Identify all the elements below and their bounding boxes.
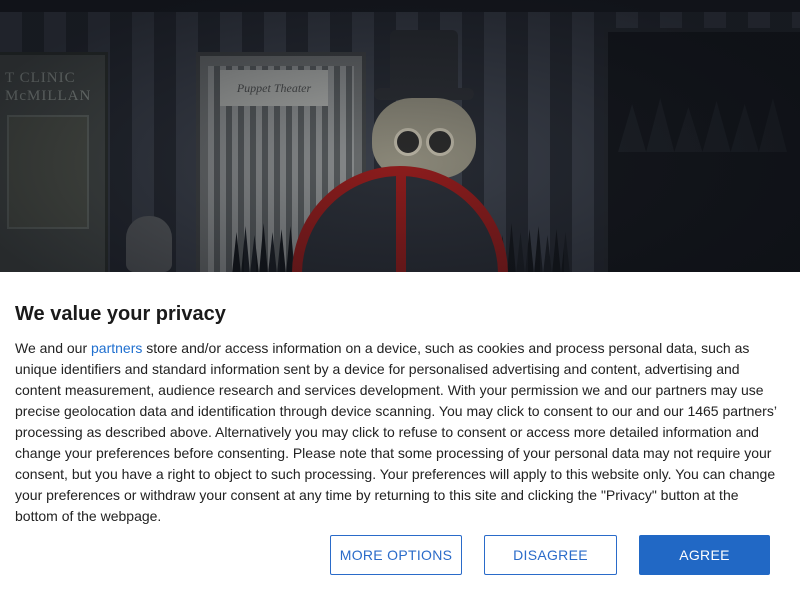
agree-button[interactable]: AGREE — [639, 535, 770, 575]
consent-description: We and our partners store and/or access … — [15, 338, 785, 527]
privacy-consent-dialog: We value your privacy We and our partner… — [0, 272, 800, 600]
puppet-right-eye — [426, 128, 454, 156]
boy-figure — [126, 216, 172, 272]
clinic-poster: T CLINIC McMILLAN — [0, 52, 108, 272]
puppet-head — [372, 98, 476, 178]
pine-trees-right — [480, 223, 570, 272]
more-options-button[interactable]: MORE OPTIONS — [330, 535, 462, 575]
pine-trees-left — [232, 223, 322, 272]
partners-link[interactable]: partners — [91, 340, 142, 356]
consent-text-start: We and our — [15, 340, 92, 356]
clinic-poster-illustration — [7, 115, 89, 229]
puppet-hat-brim — [374, 88, 474, 100]
consent-title: We value your privacy — [15, 303, 226, 325]
red-circle-emblem — [292, 166, 508, 272]
forest-painting-frame — [604, 28, 800, 272]
disagree-button[interactable]: DISAGREE — [484, 535, 617, 575]
background-scene: T CLINIC McMILLAN Puppet Theater — [0, 0, 800, 272]
consent-text-rest: store and/or access information on a dev… — [15, 340, 777, 524]
puppet-top-hat — [390, 30, 458, 92]
consent-buttons: MORE OPTIONS DISAGREE AGREE — [0, 535, 800, 575]
puppet-theater-label: Puppet Theater — [220, 70, 328, 106]
forest-painting — [618, 98, 787, 152]
poster-curtain-pattern — [208, 66, 354, 272]
clinic-poster-text: T CLINIC McMILLAN — [5, 70, 92, 104]
top-bar — [0, 0, 800, 12]
puppet-theater-poster: Puppet Theater — [196, 52, 366, 272]
puppet-left-eye — [394, 128, 422, 156]
